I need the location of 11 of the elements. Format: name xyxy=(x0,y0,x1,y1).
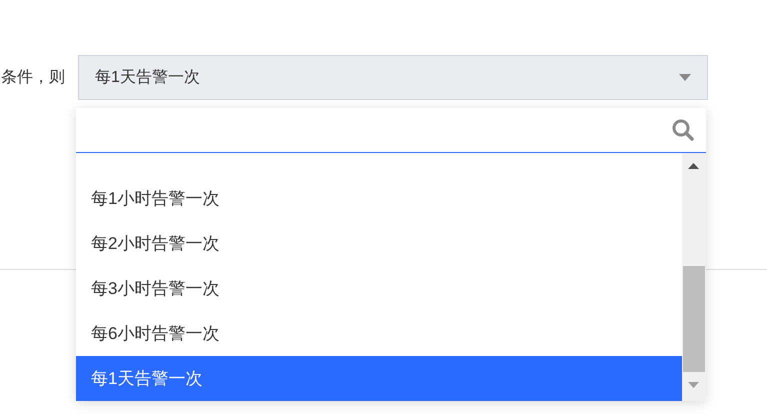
scrollbar[interactable] xyxy=(682,153,706,401)
dropdown-option[interactable]: 每3小时告警一次 xyxy=(76,266,682,311)
dropdown-option[interactable]: 每6小时告警一次 xyxy=(76,311,682,356)
dropdown-option[interactable]: 每2小时告警一次 xyxy=(76,221,682,266)
dropdown-option[interactable]: 每1小时告警一次 xyxy=(76,176,682,221)
frequency-select[interactable]: 每1天告警一次 xyxy=(78,55,708,100)
condition-label: 条件，则 xyxy=(1,68,65,88)
caret-icon xyxy=(679,74,691,81)
scroll-up-arrow-icon[interactable] xyxy=(688,163,699,169)
dropdown-option[interactable]: 每1天告警一次 xyxy=(76,356,682,401)
search-icon xyxy=(672,119,694,141)
